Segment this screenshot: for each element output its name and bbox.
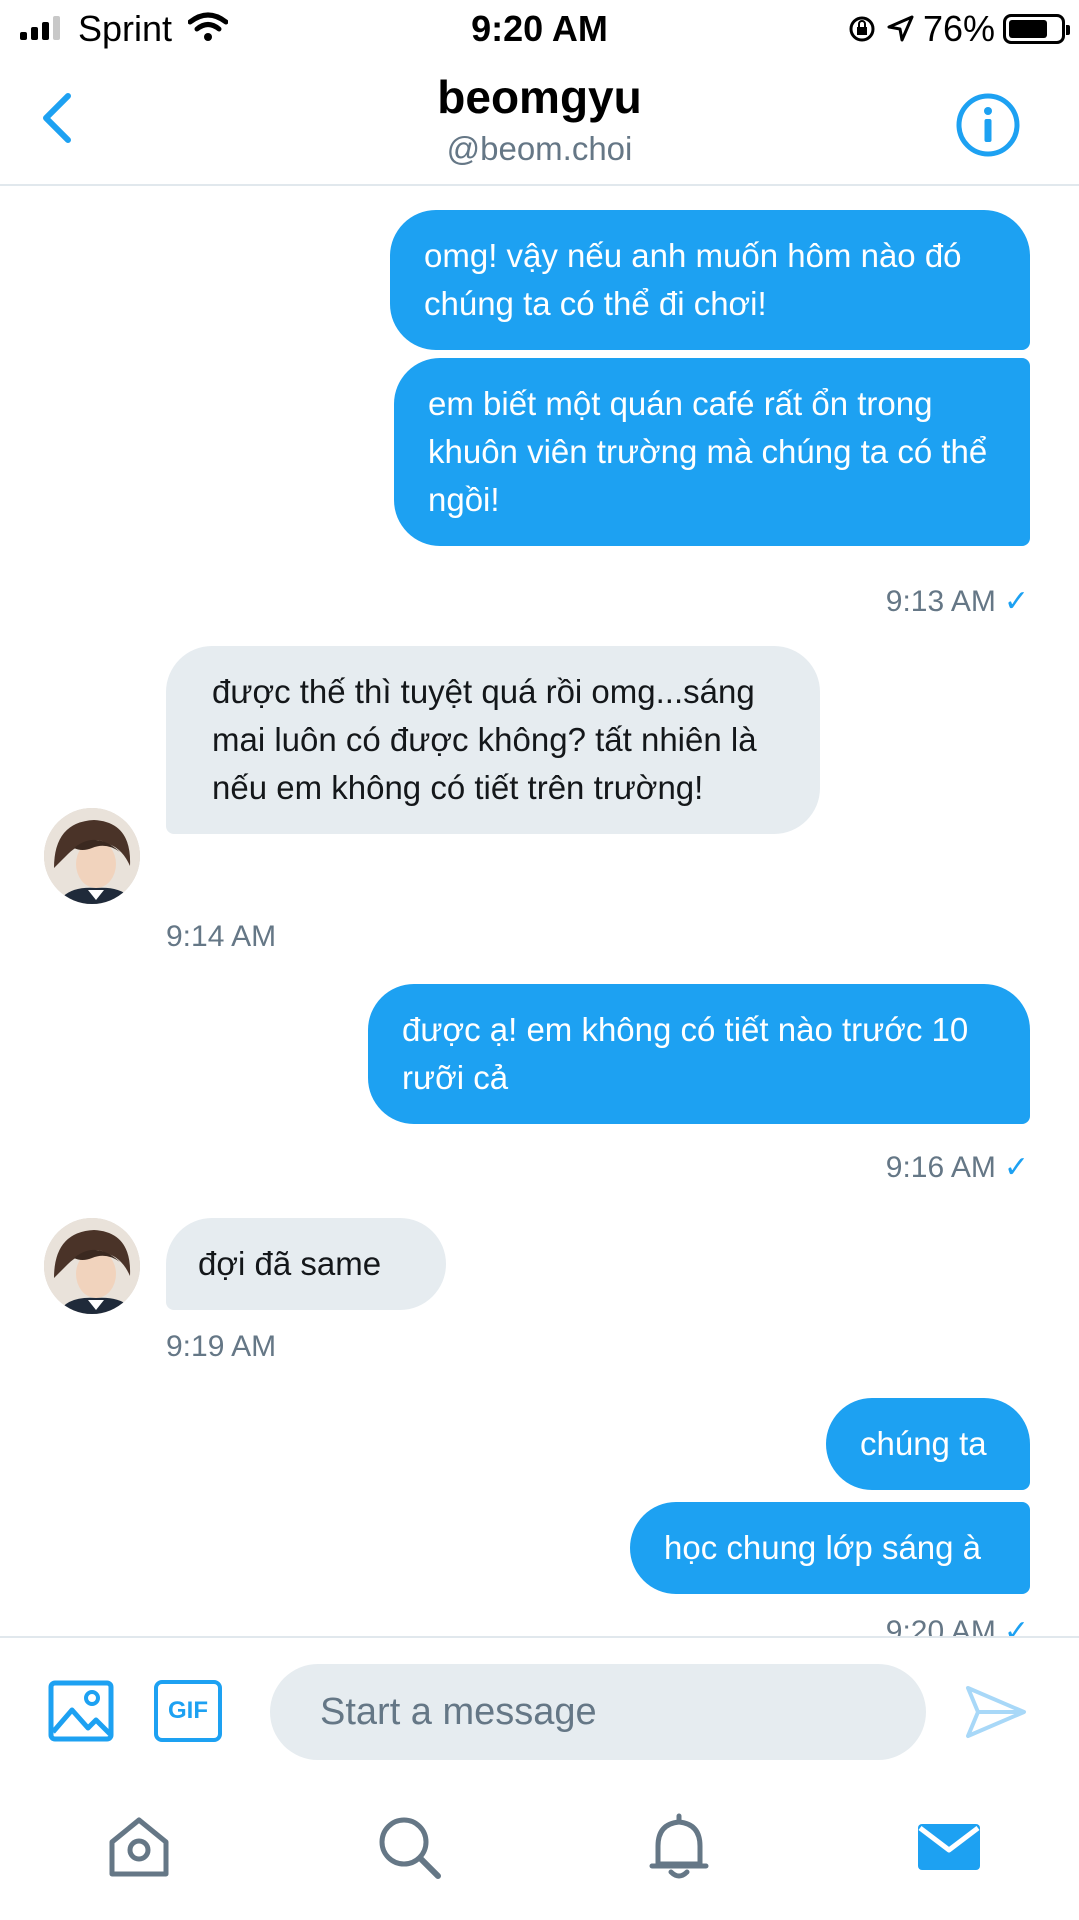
messages-icon[interactable] xyxy=(914,1812,984,1882)
conversation-title[interactable]: beomgyu xyxy=(0,70,1079,124)
message-input[interactable] xyxy=(270,1664,926,1760)
location-arrow-icon xyxy=(887,15,914,42)
battery-icon xyxy=(1003,14,1070,44)
battery-level xyxy=(1009,20,1047,38)
message-timestamp: 9:16 AM ✓ xyxy=(885,1151,1029,1184)
message-bubble-outgoing[interactable]: chúng ta xyxy=(826,1398,1030,1490)
profile-photo xyxy=(44,808,140,904)
info-icon[interactable] xyxy=(955,92,1021,158)
message-composer: GIF xyxy=(0,1636,1079,1774)
search-icon[interactable] xyxy=(374,1812,444,1882)
read-check-icon: ✓ xyxy=(1003,1615,1029,1638)
message-list[interactable]: omg! vậy nếu anh muốn hôm nào đó chúng t… xyxy=(0,188,1079,1638)
message-timestamp: 9:20 AM ✓ xyxy=(886,1614,1029,1638)
message-bubble-incoming[interactable]: được thế thì tuyệt quá rồi omg...sáng ma… xyxy=(166,646,820,834)
battery-percentage: 76% xyxy=(922,8,995,49)
message-bubble-outgoing[interactable]: được ạ! em không có tiết nào trước 10 rư… xyxy=(368,984,1030,1124)
notifications-icon[interactable] xyxy=(644,1812,714,1882)
message-bubble-incoming[interactable]: đợi đã same xyxy=(166,1218,446,1310)
avatar[interactable] xyxy=(44,1218,140,1314)
home-icon[interactable] xyxy=(104,1812,174,1882)
profile-photo xyxy=(44,1218,140,1314)
message-timestamp: 9:14 AM xyxy=(166,920,277,953)
orientation-lock-icon xyxy=(849,16,875,42)
conversation-header: beomgyu @beom.choi xyxy=(0,58,1079,186)
gif-button[interactable]: GIF xyxy=(154,1680,222,1742)
message-timestamp: 9:19 AM xyxy=(166,1330,277,1363)
message-bubble-outgoing[interactable]: học chung lớp sáng à xyxy=(630,1502,1030,1594)
read-check-icon: ✓ xyxy=(1003,585,1029,618)
conversation-handle: @beom.choi xyxy=(446,130,633,167)
tab-bar xyxy=(0,1776,1079,1920)
message-timestamp: 9:13 AM ✓ xyxy=(885,585,1029,618)
image-icon[interactable] xyxy=(48,1680,114,1742)
message-bubble-outgoing[interactable]: em biết một quán café rất ổn trong khuôn… xyxy=(394,358,1030,546)
send-icon[interactable] xyxy=(964,1682,1028,1742)
status-bar: Sprint 9:20 AM 76% xyxy=(0,0,1079,58)
read-check-icon: ✓ xyxy=(1003,1151,1029,1184)
avatar[interactable] xyxy=(44,808,140,904)
message-bubble-outgoing[interactable]: omg! vậy nếu anh muốn hôm nào đó chúng t… xyxy=(390,210,1030,350)
